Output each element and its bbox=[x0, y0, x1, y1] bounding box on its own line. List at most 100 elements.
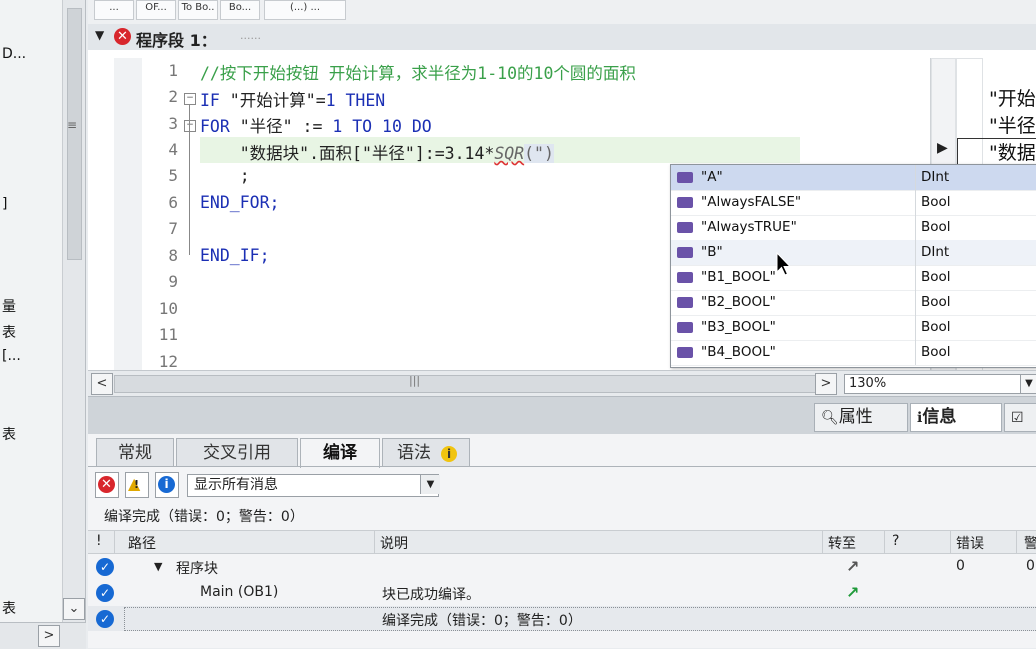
chevron-left-icon[interactable]: < bbox=[91, 373, 113, 395]
col-errors[interactable]: 错误 bbox=[956, 533, 984, 553]
fold-toggle-icon[interactable]: − bbox=[184, 120, 196, 132]
error-icon: ✕ bbox=[98, 476, 115, 493]
tag-icon bbox=[677, 222, 693, 233]
tab-diagnostics[interactable]: ☑ bbox=[1004, 403, 1036, 432]
network-comment[interactable]: ...... bbox=[240, 29, 261, 42]
toolbar-button[interactable]: ... bbox=[94, 0, 134, 20]
message-filter-select[interactable]: 显示所有消息 bbox=[187, 474, 439, 497]
code-line-1[interactable]: //按下开始按钮 开始计算，求半径为1-10的10个圆的面积 bbox=[200, 60, 636, 84]
goto-arrow-icon[interactable]: ↗ bbox=[846, 557, 859, 576]
instruction-toolbar: ... OF... To Bo.. Bo... (...) ... bbox=[88, 0, 1036, 25]
messages-table-header: ! 路径 说明 转至 ? 错误 警 bbox=[88, 530, 1036, 554]
tab-general[interactable]: 常规 bbox=[96, 438, 174, 467]
message-row[interactable]: ✓ Main (OB1) 块已成功编译。 ↗ bbox=[88, 580, 1036, 605]
toolbar-button[interactable]: OF... bbox=[136, 0, 176, 20]
code-line-2[interactable]: IF "开始计算"=1 THEN bbox=[200, 87, 385, 111]
autocomplete-item[interactable]: "B1_BOOL" Bool bbox=[671, 265, 1036, 291]
tag-name: "半径" := bbox=[229, 117, 333, 136]
line-number: 3 bbox=[168, 114, 178, 133]
item-name: "B" bbox=[701, 244, 723, 260]
col-warnings[interactable]: 警 bbox=[1024, 533, 1036, 553]
check-icon: ✓ bbox=[96, 610, 114, 628]
item-name: "B1_BOOL" bbox=[701, 269, 776, 285]
tree-item[interactable]: 表 bbox=[2, 424, 16, 444]
autocomplete-item[interactable]: "B2_BOOL" Bool bbox=[671, 290, 1036, 316]
item-type: Bool bbox=[921, 269, 951, 285]
chevron-right-icon[interactable]: > bbox=[38, 625, 60, 647]
check-icon: ✓ bbox=[96, 558, 114, 576]
scroll-thumb[interactable] bbox=[114, 375, 816, 393]
code-line-5[interactable]: ; bbox=[200, 166, 250, 185]
network-header: ▼ ✕ 程序段 1： ...... bbox=[88, 24, 1036, 51]
tab-cross-reference[interactable]: 交叉引用 bbox=[176, 438, 298, 467]
filter-errors-button[interactable]: ✕ bbox=[95, 472, 119, 498]
message-row[interactable]: ✓ ▼ 程序块 ↗ 0 0 bbox=[88, 554, 1036, 579]
column-divider bbox=[915, 340, 916, 365]
code-line-4[interactable]: "数据块".面积["半径"]:=3.14*SQR(") bbox=[200, 140, 554, 164]
message-path: Main (OB1) bbox=[200, 584, 279, 600]
toolbar-button[interactable]: To Bo.. bbox=[178, 0, 218, 20]
filter-info-button[interactable]: i bbox=[155, 472, 179, 498]
toolbar-button[interactable]: (...) ... bbox=[264, 0, 346, 20]
collapse-triangle-icon[interactable]: ▼ bbox=[95, 28, 104, 42]
autocomplete-item[interactable]: "A" DInt bbox=[671, 165, 1036, 191]
tree-item[interactable]: [... bbox=[2, 348, 21, 364]
item-name: "A" bbox=[701, 169, 723, 185]
tree-item[interactable]: 量 bbox=[2, 296, 16, 316]
autocomplete-item[interactable]: "AlwaysTRUE" Bool bbox=[671, 215, 1036, 241]
col-path[interactable]: 路径 bbox=[128, 533, 156, 553]
item-type: Bool bbox=[921, 294, 951, 310]
network-title[interactable]: 程序段 1： bbox=[136, 27, 217, 51]
message-row[interactable]: ✓ 编译完成（错误：0；警告：0） bbox=[88, 606, 1036, 631]
tree-vertical-scrollbar[interactable]: ≡ ⌄ bbox=[63, 0, 86, 622]
autocomplete-item[interactable]: "AlwaysFALSE" Bool bbox=[671, 190, 1036, 216]
filter-warnings-button[interactable]: ▲! bbox=[125, 472, 149, 498]
info-icon: i bbox=[158, 476, 175, 493]
tab-info[interactable]: ℹ信息 bbox=[910, 403, 1002, 432]
message-description: 块已成功编译。 bbox=[382, 587, 480, 603]
col-goto[interactable]: 转至 bbox=[828, 533, 856, 553]
autocomplete-item[interactable]: "B" DInt bbox=[671, 240, 1036, 266]
toolbar-button[interactable]: Bo... bbox=[220, 0, 260, 20]
autocomplete-item[interactable]: "B3_BOOL" Bool bbox=[671, 315, 1036, 341]
tab-label: 信息 bbox=[922, 407, 957, 427]
chevron-down-icon[interactable]: ▼ bbox=[420, 475, 440, 494]
goto-arrow-icon[interactable]: ↗ bbox=[846, 583, 859, 602]
properties-icon: 🔍︎ bbox=[821, 410, 839, 426]
autocomplete-list[interactable]: "A" DInt "AlwaysFALSE" Bool "AlwaysTRUE" Bo… bbox=[670, 164, 1036, 368]
tab-properties[interactable]: 🔍︎属性 bbox=[814, 403, 908, 432]
number: 1 bbox=[332, 117, 343, 136]
column-divider bbox=[915, 265, 916, 290]
tab-syntax[interactable]: 语法 i bbox=[382, 438, 470, 467]
tree-horizontal-scrollbar[interactable]: > bbox=[0, 622, 86, 649]
chevron-right-icon[interactable]: > bbox=[815, 373, 837, 395]
col-bang[interactable]: ! bbox=[96, 533, 102, 549]
col-question[interactable]: ? bbox=[892, 533, 899, 549]
keyword-for: FOR bbox=[200, 117, 230, 136]
tag-icon bbox=[677, 272, 693, 283]
tree-item[interactable]: D... bbox=[2, 46, 26, 62]
item-name: "AlwaysTRUE" bbox=[701, 219, 797, 235]
tree-item[interactable]: 表 bbox=[2, 598, 16, 618]
code-line-3[interactable]: FOR "半径" := 1 TO 10 DO bbox=[200, 113, 432, 137]
expand-triangle-icon[interactable]: ▼ bbox=[154, 560, 162, 573]
scroll-thumb[interactable] bbox=[67, 8, 82, 260]
item-name: "B4_BOOL" bbox=[701, 344, 776, 360]
autocomplete-item[interactable]: "B4_BOOL" Bool bbox=[671, 340, 1036, 366]
tree-item[interactable]: 表 bbox=[2, 322, 16, 342]
line-number: 10 bbox=[158, 299, 178, 318]
splitter-grip-icon[interactable]: ≡ bbox=[67, 118, 81, 132]
message-warnings: 0 bbox=[1026, 558, 1035, 574]
editor-horizontal-scrollbar[interactable]: < ||| > 130% ▼ bbox=[88, 370, 1036, 397]
fold-toggle-icon[interactable]: − bbox=[184, 93, 196, 105]
arrow-right-icon: ▶ bbox=[937, 140, 948, 156]
breakpoint-gutter[interactable] bbox=[114, 58, 142, 370]
code-line-8[interactable]: END_IF; bbox=[200, 246, 270, 265]
tab-compile[interactable]: 编译 bbox=[300, 438, 380, 468]
col-description[interactable]: 说明 bbox=[380, 533, 408, 553]
tree-item[interactable]: ] bbox=[2, 196, 7, 212]
chevron-down-icon[interactable]: ⌄ bbox=[63, 598, 85, 620]
zoom-level-field[interactable]: 130% bbox=[844, 374, 1025, 394]
code-line-6[interactable]: END_FOR; bbox=[200, 193, 279, 212]
chevron-down-icon[interactable]: ▼ bbox=[1020, 374, 1036, 394]
